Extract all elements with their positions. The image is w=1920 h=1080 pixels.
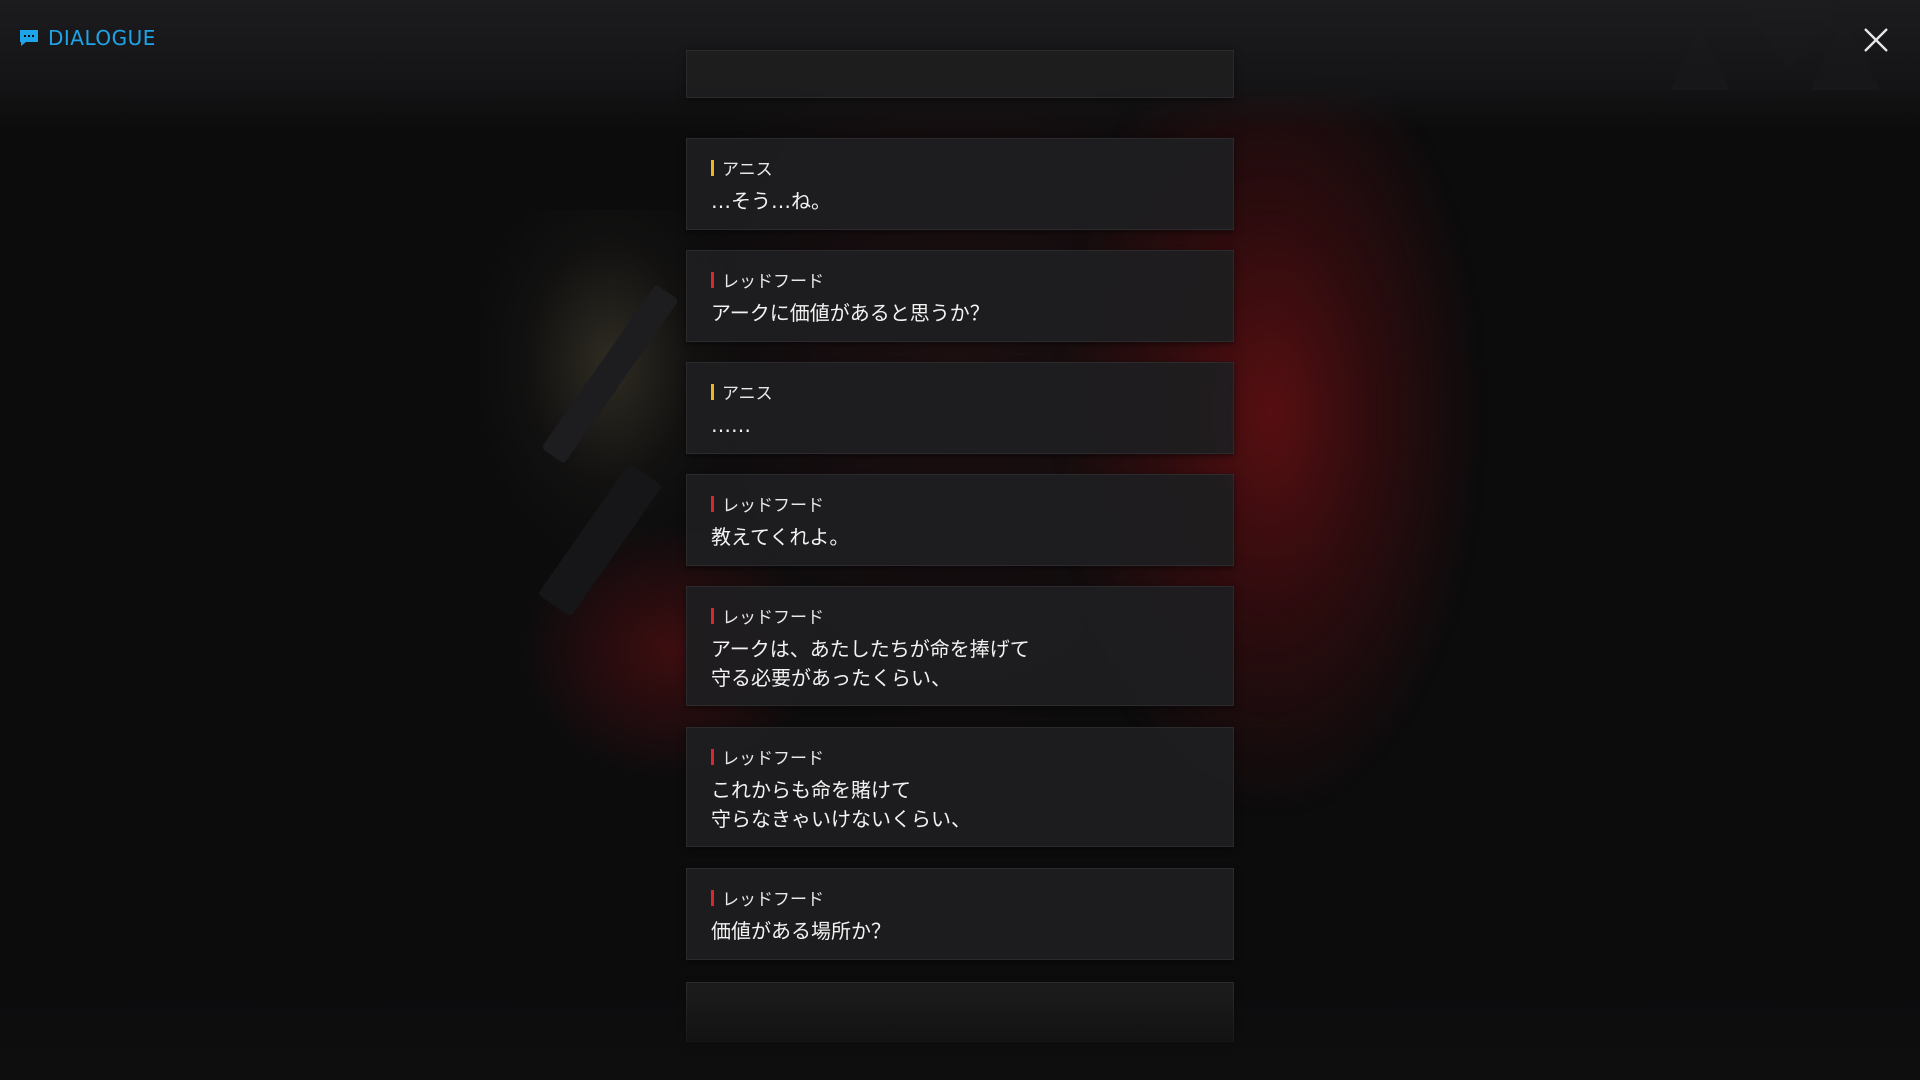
speaker-color-bar: [711, 159, 714, 176]
dialogue-entry: レッドフード 教えてくれよ。: [686, 474, 1234, 566]
dialogue-log-screen: DIALOGUE アニス …そう…ね。 レッドフード アークに価値があると思うか…: [0, 0, 1920, 1080]
speaker-tag: レッドフード: [711, 267, 824, 292]
dialogue-entry: レッドフード アークに価値があると思うか？: [686, 250, 1234, 342]
dialogue-text: ……: [711, 413, 751, 437]
speaker-tag: レッドフード: [711, 744, 824, 769]
speaker-name: レッドフード: [722, 608, 824, 628]
dialogue-entry: レッドフード アークは、あたしたちが命を捧げて 守る必要があったくらい、: [686, 586, 1234, 706]
speaker-name: アニス: [722, 160, 773, 180]
close-icon[interactable]: [1860, 24, 1892, 56]
dialogue-entry: レッドフード 価値がある場所か？: [686, 868, 1234, 960]
close-button[interactable]: [1860, 24, 1892, 56]
dialogue-text: 教えてくれよ。: [711, 525, 850, 549]
dialogue-text: …そう…ね。: [711, 189, 831, 213]
dialogue-entry-partial-bottom: [686, 982, 1234, 1042]
speaker-color-bar: [711, 748, 714, 765]
dialogue-text: アークは、あたしたちが命を捧げて 守る必要があったくらい、: [711, 637, 1030, 690]
chat-bubble-icon: [20, 30, 38, 46]
dialogue-text: 価値がある場所か？: [711, 919, 891, 943]
rifle-silhouette: [541, 284, 679, 464]
dialogue-entry: アニス …そう…ね。: [686, 138, 1234, 230]
speaker-color-bar: [711, 271, 714, 288]
dialogue-text: アークに価値があると思うか？: [711, 301, 990, 325]
dialogue-entry-partial-top: [686, 50, 1234, 98]
speaker-tag: アニス: [711, 155, 773, 180]
speaker-name: アニス: [722, 384, 773, 404]
speaker-color-bar: [711, 383, 714, 400]
dialogue-entry: アニス ……: [686, 362, 1234, 454]
dialogue-entry: レッドフード これからも命を賭けて 守らなきゃいけないくらい、: [686, 727, 1234, 847]
log-title: DIALOGUE: [48, 26, 156, 50]
speaker-name: レッドフード: [722, 272, 824, 292]
speaker-name: レッドフード: [722, 749, 824, 769]
speaker-name: レッドフード: [722, 496, 824, 516]
speaker-color-bar: [711, 607, 714, 624]
speaker-tag: レッドフード: [711, 491, 824, 516]
speaker-tag: レッドフード: [711, 603, 824, 628]
decorative-triangles-icon: [1670, 0, 1880, 90]
speaker-name: レッドフード: [722, 890, 824, 910]
speaker-tag: アニス: [711, 379, 773, 404]
speaker-color-bar: [711, 495, 714, 512]
speaker-color-bar: [711, 889, 714, 906]
rifle-stock-silhouette: [537, 462, 663, 618]
speaker-tag: レッドフード: [711, 885, 824, 910]
dialogue-text: これからも命を賭けて 守らなきゃいけないくらい、: [711, 778, 971, 831]
log-header: DIALOGUE: [18, 26, 156, 50]
